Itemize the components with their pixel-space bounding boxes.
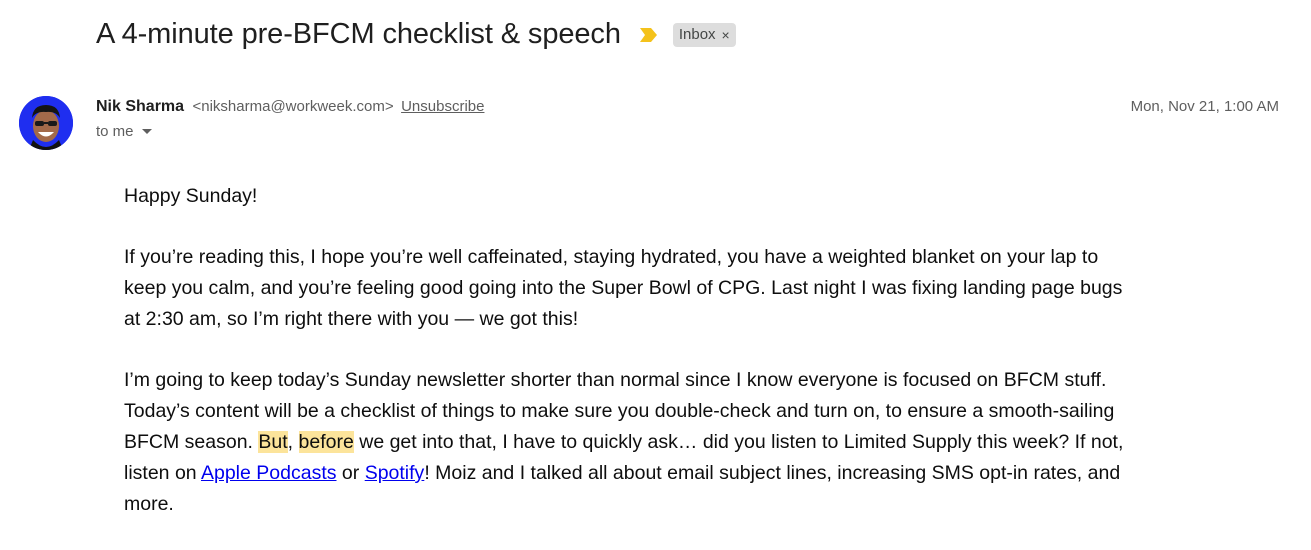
remove-label-icon[interactable]: ×	[722, 27, 730, 43]
intro-paragraph: If you’re reading this, I hope you’re we…	[124, 246, 1123, 330]
unsubscribe-link[interactable]: Unsubscribe	[401, 98, 484, 115]
recipient-text: to me	[96, 123, 134, 140]
sender-block: Nik Sharma <niksharma@workweek.com> Unsu…	[96, 96, 484, 140]
paragraph-text: or	[336, 462, 365, 484]
sender-line: Nik Sharma <niksharma@workweek.com> Unsu…	[96, 96, 484, 118]
show-details-icon[interactable]	[141, 129, 152, 134]
inbox-label-chip[interactable]: Inbox ×	[672, 22, 736, 47]
paragraph-text: ,	[287, 431, 299, 453]
recipient-line: to me	[96, 123, 484, 140]
inbox-label-text: Inbox	[678, 26, 716, 43]
avatar[interactable]	[19, 96, 73, 150]
email-body: Happy Sunday! If you’re reading this, I …	[124, 181, 1144, 550]
subject-row: A 4-minute pre-BFCM checklist & speech I…	[96, 18, 736, 51]
highlighted-text: But	[258, 431, 288, 453]
apple-podcasts-link[interactable]: Apple Podcasts	[201, 462, 337, 484]
greeting-paragraph: Happy Sunday!	[124, 185, 258, 207]
newsletter-paragraph: I’m going to keep today’s Sunday newslet…	[124, 365, 1144, 520]
email-subject: A 4-minute pre-BFCM checklist & speech	[96, 18, 621, 50]
highlighted-text: before	[298, 431, 354, 453]
spotify-link[interactable]: Spotify	[365, 462, 425, 484]
sender-email: <niksharma@workweek.com>	[192, 98, 394, 115]
email-date: Mon, Nov 21, 1:00 AM	[1130, 98, 1279, 115]
sender-name[interactable]: Nik Sharma	[96, 98, 184, 115]
importance-marker-icon[interactable]	[639, 26, 659, 44]
